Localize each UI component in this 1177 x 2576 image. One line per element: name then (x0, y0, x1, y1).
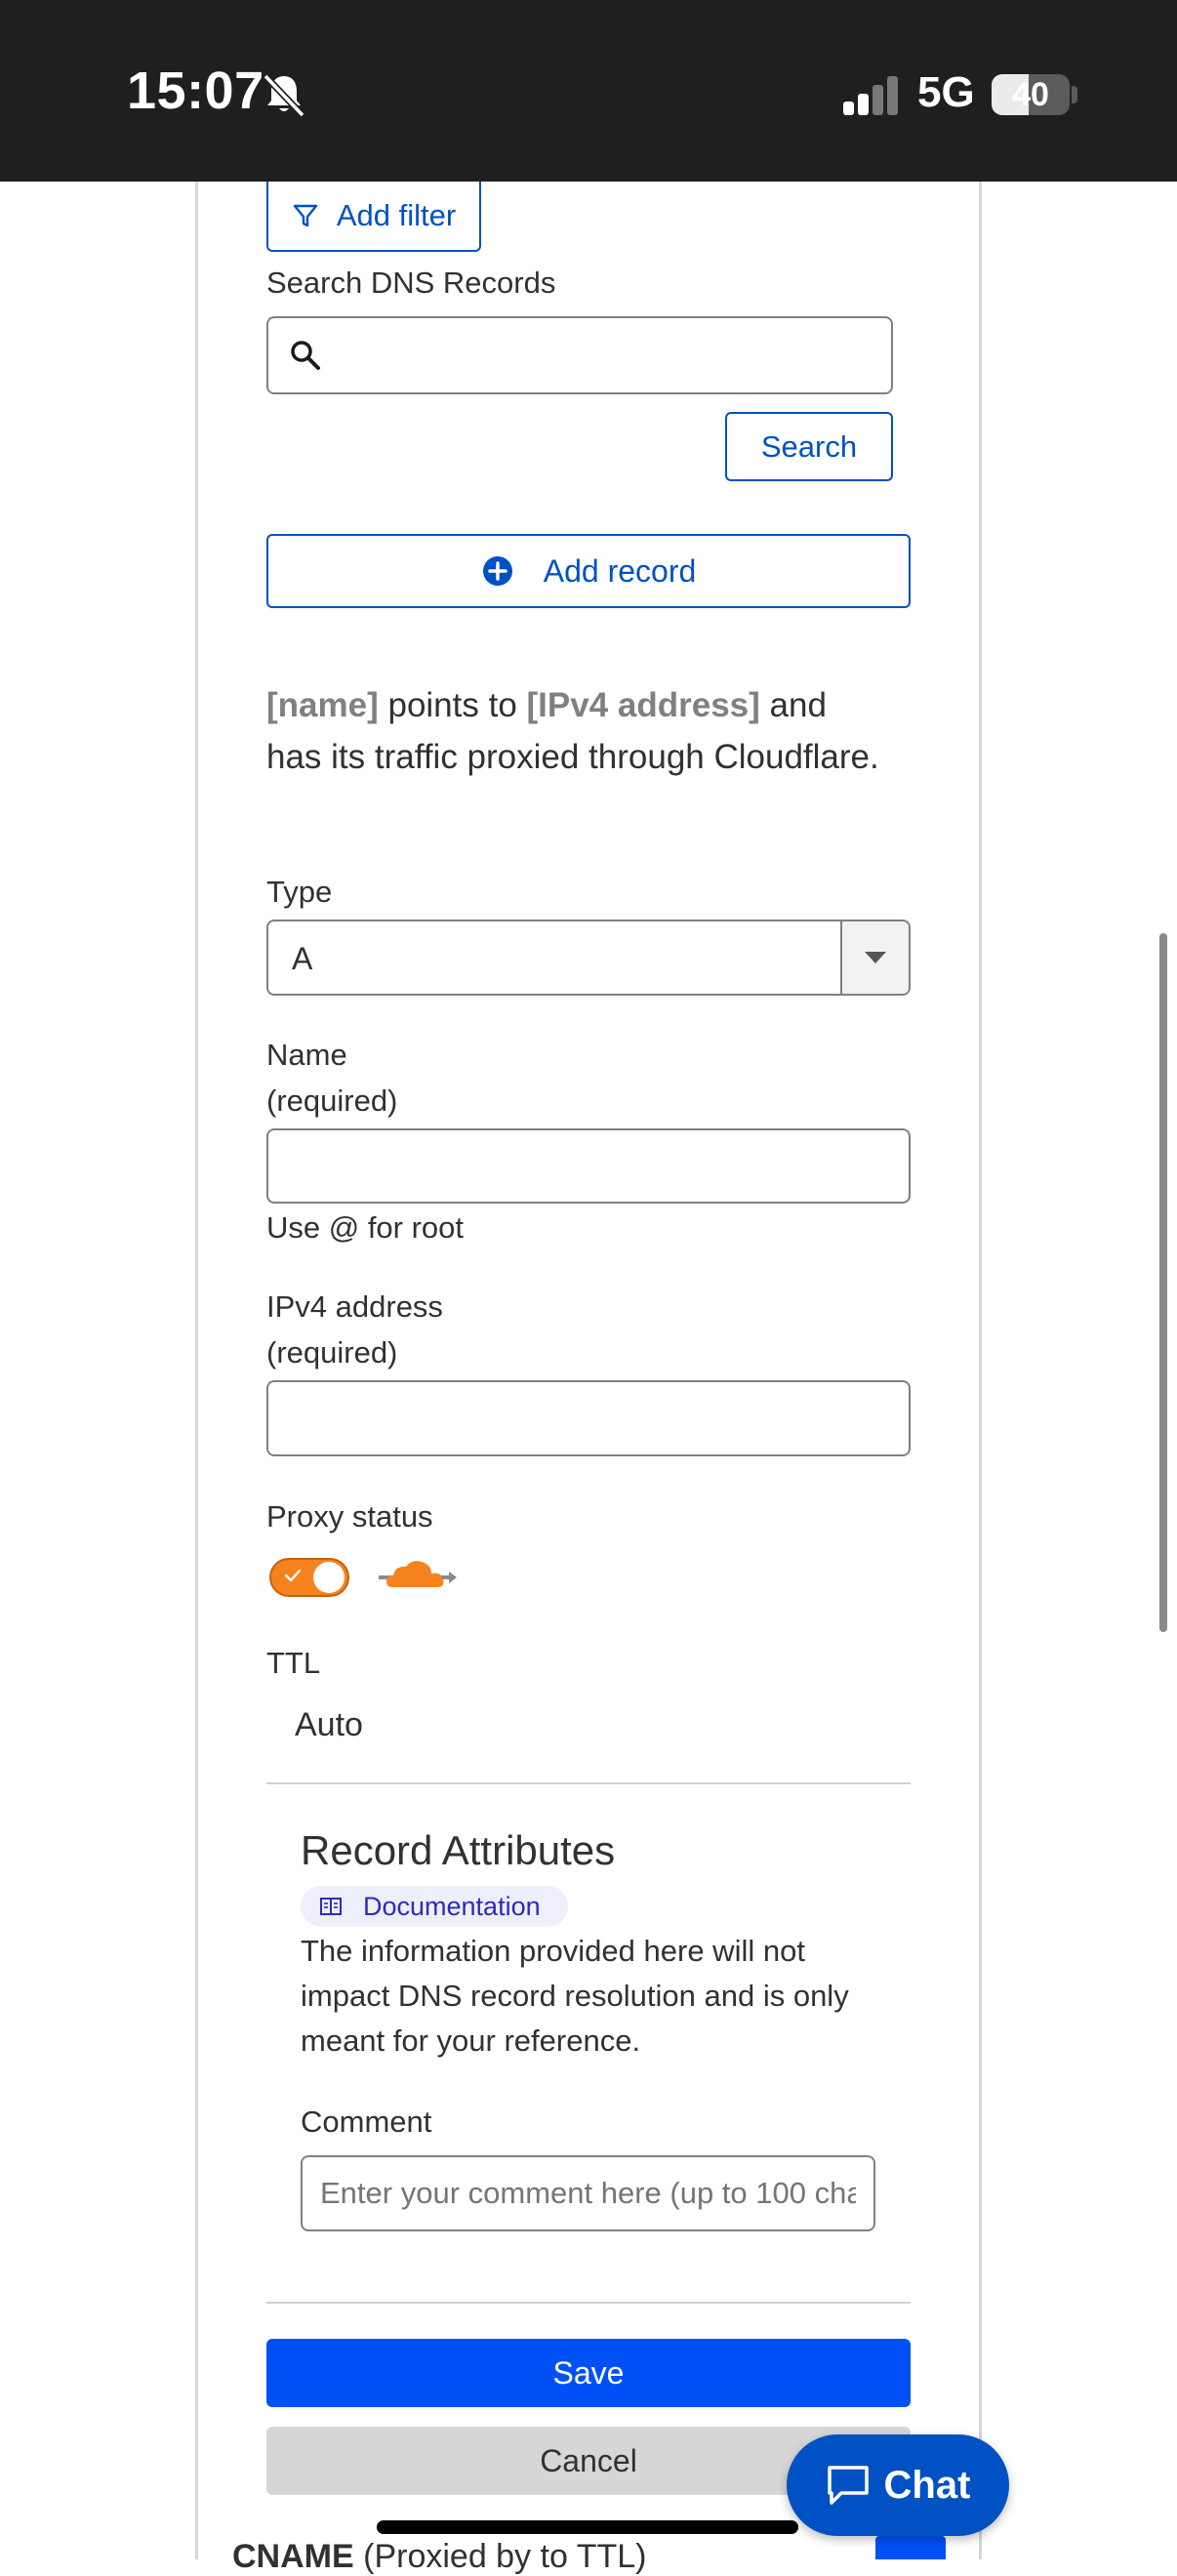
search-input[interactable] (266, 316, 893, 394)
name-placeholder: [name] (266, 686, 379, 724)
documentation-link[interactable]: Documentation (301, 1886, 568, 1927)
description-text-1: points to (378, 686, 527, 724)
ipv4-required: (required) (266, 1335, 398, 1370)
search-button[interactable]: Search (725, 412, 893, 481)
name-input[interactable] (266, 1128, 911, 1204)
name-required: (required) (266, 1084, 398, 1118)
ttl-label: TTL (266, 1646, 321, 1680)
search-label: Search DNS Records (266, 266, 556, 300)
proxy-status-label: Proxy status (266, 1499, 433, 1533)
signal-icon (843, 76, 898, 115)
comment-input[interactable] (301, 2155, 875, 2231)
toggle-knob (313, 1562, 345, 1593)
attributes-info: The information provided here will not i… (301, 1934, 849, 2058)
record-description: [name] points to [IPv4 address] and has … (266, 679, 891, 783)
search-button-label: Search (760, 429, 858, 464)
type-select[interactable]: A (266, 920, 911, 996)
dropdown-toggle[interactable] (840, 921, 909, 994)
add-record-label: Add record (543, 552, 697, 589)
ipv4-label: IPv4 address (266, 1289, 443, 1324)
record-attributes-title: Record Attributes (301, 1827, 616, 1873)
bell-muted-icon (263, 73, 305, 118)
proxied-cloud-icon (379, 1561, 457, 1587)
battery-tip (1072, 86, 1077, 103)
page-scrollbar[interactable] (1159, 933, 1167, 1632)
name-hint: Use @ for root (266, 1210, 465, 1245)
add-record-button[interactable]: Add record (266, 534, 911, 608)
check-icon (284, 1569, 302, 1582)
caret-down-icon (865, 952, 886, 963)
network-type: 5G (917, 68, 975, 116)
expand-button[interactable] (875, 2536, 946, 2559)
add-filter-button[interactable]: Add filter (266, 182, 481, 252)
documentation-label: Documentation (363, 1891, 541, 1921)
name-label: Name (266, 1038, 347, 1072)
home-indicator[interactable] (377, 2520, 798, 2534)
type-value: A (292, 941, 313, 976)
address-placeholder: [IPv4 address] (526, 686, 760, 724)
next-record-row: CNAME (Proxied by to TTL) (232, 2538, 647, 2576)
next-record-type: CNAME (232, 2538, 354, 2575)
section-divider (266, 1782, 911, 1784)
plus-circle-icon (482, 556, 512, 586)
status-time: 15:07 (127, 61, 264, 120)
save-button[interactable]: Save (266, 2339, 911, 2407)
battery-level: 40 (1012, 75, 1049, 113)
add-filter-label: Add filter (336, 198, 457, 232)
filter-icon (293, 204, 318, 227)
search-icon (291, 341, 320, 370)
battery-icon: 40 (992, 74, 1070, 115)
chat-bubble-icon (827, 2466, 869, 2505)
chat-label: Chat (883, 2463, 971, 2507)
comment-label: Comment (301, 2105, 432, 2139)
type-label: Type (266, 875, 333, 909)
next-record-rest: (Proxied by to TTL) (363, 2538, 647, 2575)
status-bar: 15:07 5G 40 (0, 0, 1177, 182)
proxy-toggle[interactable] (269, 1558, 349, 1597)
ttl-value[interactable]: Auto (295, 1706, 363, 1744)
chat-button[interactable]: Chat (787, 2434, 1009, 2536)
attributes-divider (266, 2302, 911, 2304)
book-icon (320, 1898, 342, 1915)
ipv4-input[interactable] (266, 1380, 911, 1456)
